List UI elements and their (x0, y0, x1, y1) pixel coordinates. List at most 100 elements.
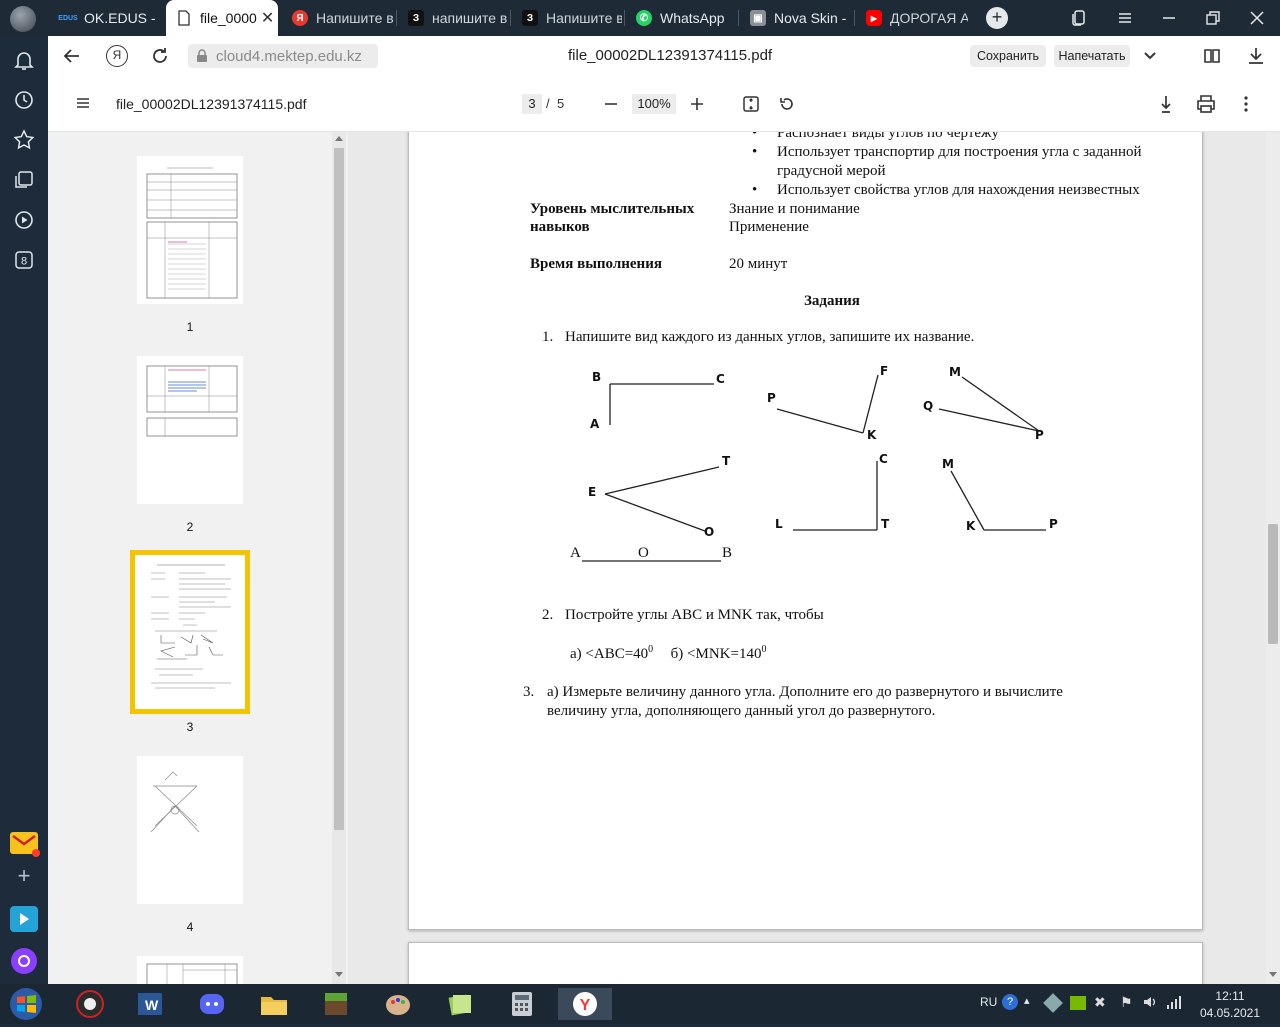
tab-znanija-2[interactable]: З Напишите в (512, 0, 622, 36)
thumbnails-scrollbar[interactable] (332, 132, 346, 984)
tab-youtube[interactable]: ▶ ДОРОГАЯ А (856, 0, 968, 36)
url-chip[interactable]: cloud4.mektep.edu.kz (188, 44, 378, 68)
chevron-down-icon[interactable] (1142, 48, 1158, 64)
tray-flag-icon[interactable]: ⚑ (1120, 994, 1136, 1010)
tab-okedus[interactable]: EDUS OK.EDUS - (50, 0, 162, 36)
point-label: T (722, 454, 731, 468)
tab-yandex[interactable]: Я Напишите в (282, 0, 394, 36)
word-icon[interactable]: W (132, 988, 168, 1020)
start-button[interactable] (6, 986, 46, 1022)
document-scroll-thumb[interactable] (1268, 524, 1278, 644)
page-thumbnail-5[interactable] (137, 956, 243, 984)
tab-pdf-file[interactable]: file_0000 ✕ (166, 0, 278, 36)
minimize-icon[interactable] (1160, 9, 1178, 27)
help-icon[interactable]: ? (1002, 994, 1018, 1010)
tab-whatsapp[interactable]: ✆ WhatsApp (626, 0, 736, 36)
page-number-input[interactable]: 3 (522, 94, 542, 114)
volume-icon[interactable] (1142, 994, 1158, 1010)
tab-znanija-1[interactable]: З напишите в (398, 0, 508, 36)
restore-icon[interactable] (1204, 9, 1222, 27)
novaskin-icon: ▣ (750, 10, 766, 26)
page-thumbnail-1[interactable] (137, 156, 243, 304)
print-icon[interactable] (1196, 94, 1216, 114)
nvidia-icon[interactable] (1070, 996, 1086, 1010)
zoom-level[interactable]: 100% (632, 94, 676, 114)
svg-text:Y: Y (580, 997, 591, 1014)
windows-taskbar: W Y RU ? ▴ ✖ ⚑ 12:11 04.05.2021 (0, 984, 1280, 1024)
add-panel-icon[interactable]: + (12, 863, 36, 888)
reader-mode-icon[interactable] (1202, 46, 1222, 66)
thumbnails-panel: 1 2 3 4 (48, 132, 348, 984)
tab-label: OK.EDUS - (84, 10, 156, 26)
minecraft-icon[interactable] (318, 988, 354, 1020)
yandex-browser-icon[interactable]: Y (558, 988, 612, 1020)
point-label: M (949, 365, 961, 379)
print-button[interactable]: Напечатать (1054, 45, 1130, 67)
yandex-home-icon[interactable]: Я (106, 45, 128, 67)
tray-app-icon[interactable] (1043, 993, 1063, 1013)
task-text: Постройте углы АВС и MNK так, чтобы (565, 607, 824, 623)
ray-line (604, 466, 720, 495)
reload-icon[interactable] (150, 46, 170, 66)
fit-page-icon[interactable] (742, 95, 760, 113)
address-bar: Я cloud4.mektep.edu.kz file_00002DL12391… (48, 36, 1280, 76)
downloads-icon[interactable] (1246, 46, 1266, 66)
point-label: P (1035, 428, 1044, 442)
menu-icon[interactable] (1116, 9, 1134, 27)
discord-icon[interactable] (194, 988, 230, 1020)
pdf-page-3: • Распознает виды углов по чертежу • Исп… (408, 132, 1203, 930)
document-icon (176, 10, 192, 26)
rotate-icon[interactable] (778, 95, 796, 113)
thumbnails-scroll-thumb[interactable] (334, 148, 344, 830)
clock-time[interactable]: 12:11 (1210, 989, 1250, 1003)
language-indicator[interactable]: RU (980, 995, 997, 1009)
mail-icon[interactable] (10, 832, 40, 857)
clock-date[interactable]: 04.05.2021 (1198, 1006, 1262, 1020)
history-icon[interactable] (12, 88, 36, 112)
signal-icon[interactable] (1166, 994, 1182, 1010)
tray-chevron-icon[interactable]: ▴ (1024, 994, 1036, 1010)
download-icon[interactable] (1156, 94, 1176, 114)
page-thumbnail-3[interactable] (130, 550, 250, 714)
thumbnail-number: 1 (186, 320, 194, 334)
collections-icon[interactable] (12, 168, 36, 192)
scroll-down-arrow[interactable] (1269, 972, 1277, 977)
zoom-out-icon[interactable] (602, 95, 620, 113)
obs-icon[interactable] (72, 988, 108, 1020)
document-scrollbar[interactable] (1266, 132, 1280, 984)
back-icon[interactable] (62, 46, 82, 66)
sticky-notes-icon[interactable] (442, 988, 478, 1020)
calculator-icon[interactable] (504, 988, 540, 1020)
page-thumbnail-2[interactable] (137, 356, 243, 504)
file-explorer-icon[interactable] (256, 988, 292, 1020)
hamburger-menu-icon[interactable] (74, 94, 92, 112)
new-tab-button[interactable]: + (986, 7, 1008, 29)
page-thumbnail-4[interactable] (137, 756, 243, 904)
paint-icon[interactable] (380, 988, 416, 1020)
tab-novaskin[interactable]: ▣ Nova Skin - (740, 0, 852, 36)
scroll-up-arrow[interactable] (335, 136, 343, 141)
close-window-icon[interactable] (1248, 9, 1266, 27)
remote-app-icon[interactable] (10, 906, 38, 932)
apps-icon[interactable]: 8 (12, 248, 36, 272)
tab-label: Напишите в (316, 10, 394, 26)
network-warning-icon[interactable]: ✖ (1094, 994, 1112, 1012)
scroll-down-arrow[interactable] (335, 972, 343, 977)
mail-badge-icon (32, 849, 40, 857)
notifications-icon[interactable] (12, 48, 36, 72)
close-tab-icon[interactable]: ✕ (261, 8, 274, 28)
angles-figure: B C A P F K M Q P T E O C L T M K P А О … (570, 364, 1058, 562)
whatsapp-icon: ✆ (636, 10, 652, 26)
profile-avatar[interactable] (10, 6, 36, 32)
pdf-toolbar: file_00002DL12391374115.pdf 3 / 5 100% (48, 76, 1280, 132)
more-options-icon[interactable] (1236, 94, 1256, 114)
zoom-in-icon[interactable] (688, 95, 706, 113)
save-button[interactable]: Сохранить (970, 45, 1046, 67)
bookmarks-star-icon[interactable] (12, 128, 36, 152)
alice-assistant-icon[interactable] (11, 948, 37, 974)
tabs-manager-icon[interactable] (1070, 9, 1088, 27)
video-icon[interactable] (12, 208, 36, 232)
point-label: E (588, 485, 596, 499)
tab-label: WhatsApp (660, 10, 725, 26)
lock-icon (196, 49, 208, 63)
